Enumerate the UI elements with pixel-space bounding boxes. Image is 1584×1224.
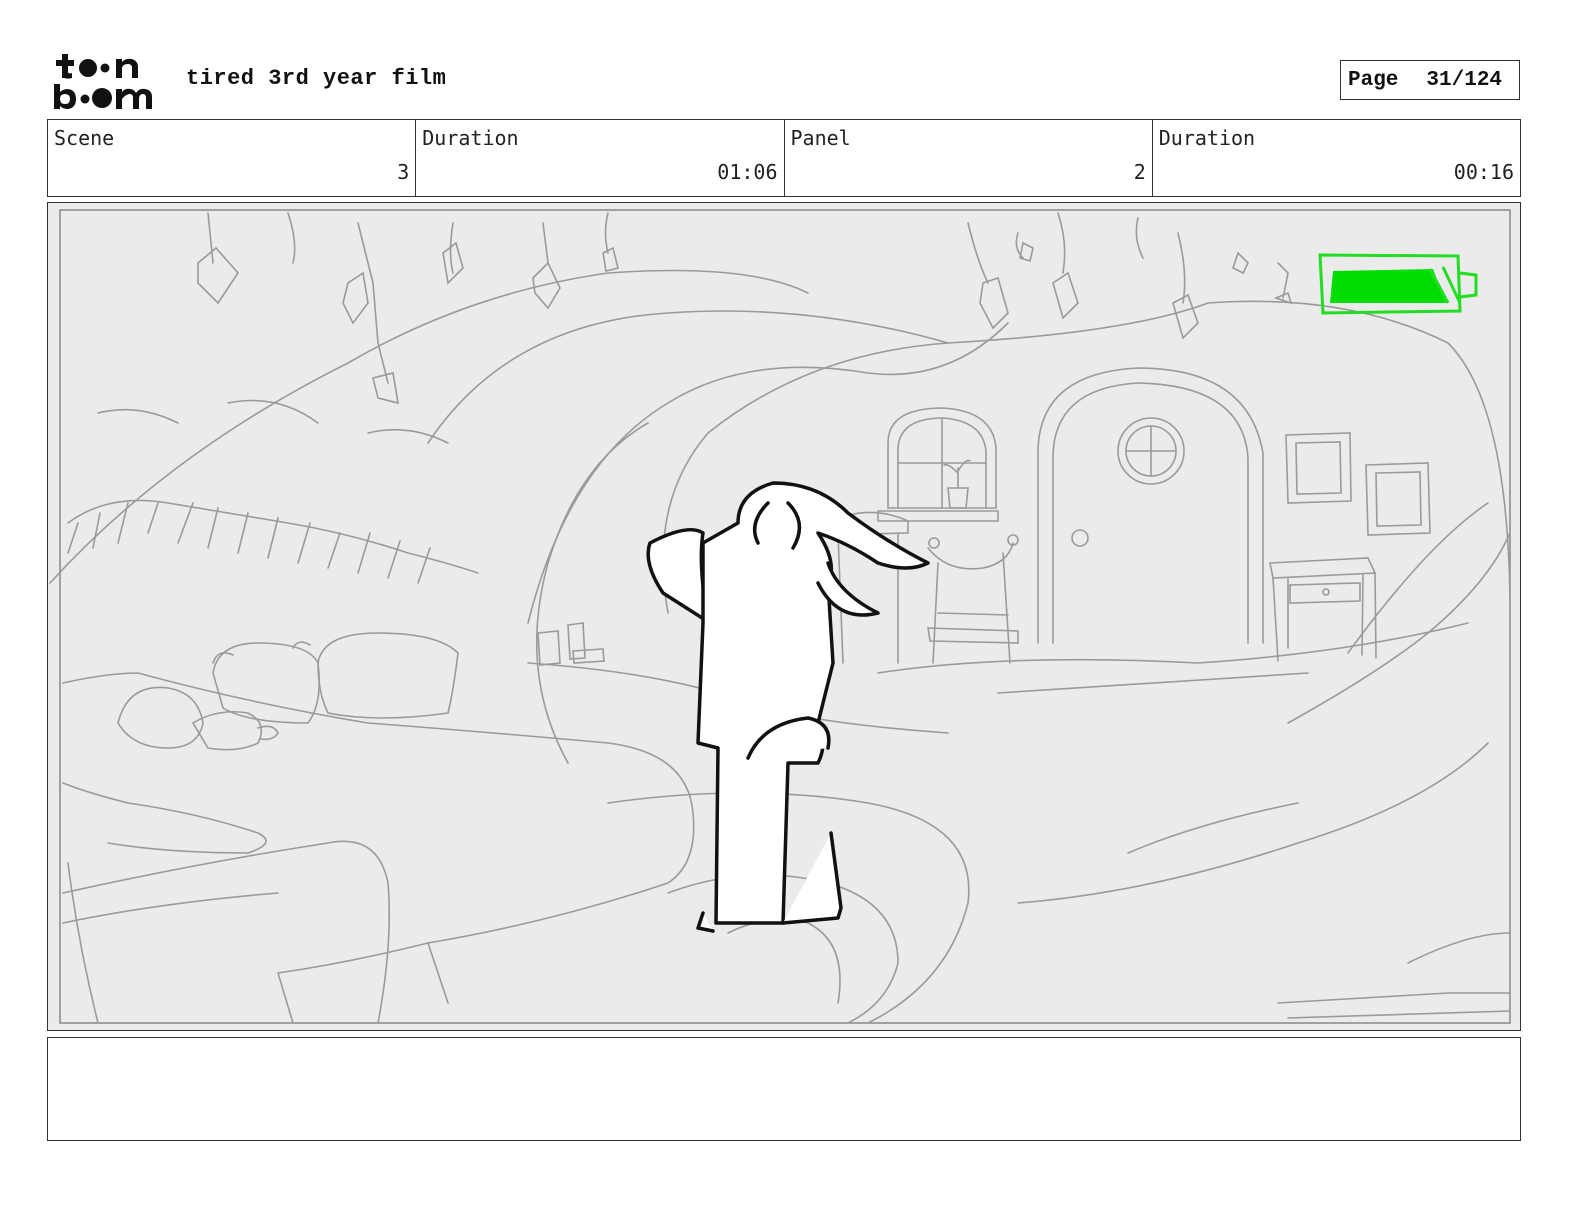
scene-duration-label: Duration	[422, 126, 519, 150]
storyboard-panel	[47, 202, 1521, 1031]
panel-duration-value: 00:16	[1453, 160, 1514, 184]
toon-boom-logo	[52, 52, 164, 112]
scene-duration-cell: Duration 01:06	[416, 120, 785, 196]
panel-notes	[47, 1037, 1521, 1141]
panel-value: 2	[1133, 160, 1146, 184]
scene-info-row: Scene 3 Duration 01:06 Panel 2 Duration …	[47, 119, 1521, 197]
page-indicator: Page 31/124	[1340, 60, 1520, 100]
scene-duration-value: 01:06	[717, 160, 778, 184]
page-number: 31/124	[1426, 68, 1503, 92]
scene-label: Scene	[54, 126, 115, 150]
panel-duration-label: Duration	[1158, 126, 1256, 150]
panel-label: Panel	[790, 126, 851, 150]
document-title: tired 3rd year film	[186, 66, 447, 91]
page-label: Page	[1348, 68, 1399, 92]
scene-value: 3	[397, 160, 410, 184]
scene-cell: Scene 3	[48, 120, 417, 196]
panel-cell: Panel 2	[785, 120, 1153, 196]
panel-duration-cell: Duration 00:16	[1153, 120, 1520, 196]
panel-sketch	[48, 203, 1520, 1030]
